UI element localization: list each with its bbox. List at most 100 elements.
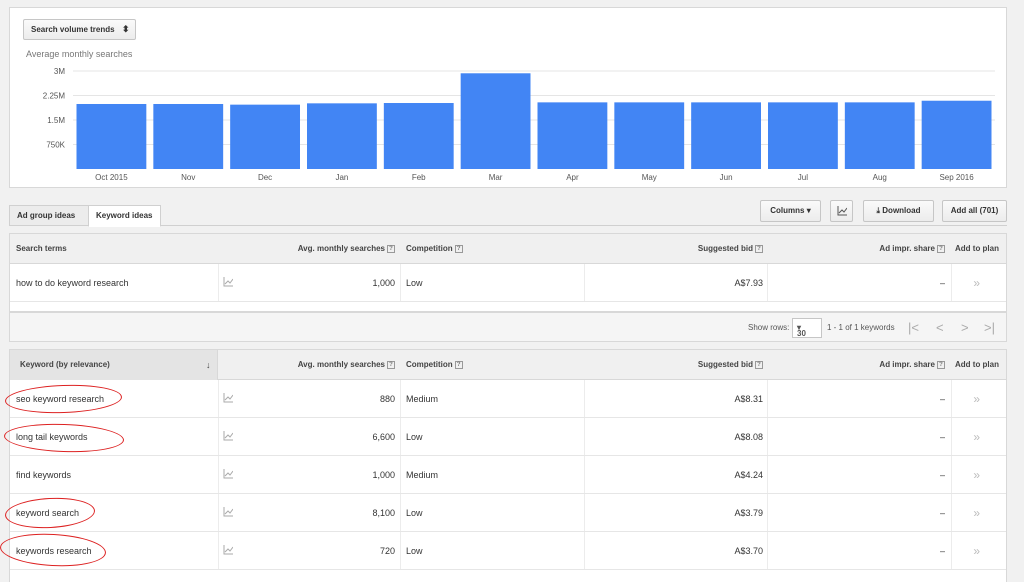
- keyword-rows: seo keyword research 880 Medium A$8.31–» lon…: [10, 380, 1006, 570]
- keyword: keyword search: [16, 508, 80, 518]
- competition: Low: [406, 432, 423, 442]
- help-icon[interactable]: ?: [387, 360, 395, 369]
- competition: Medium: [406, 470, 439, 480]
- header-suggested-bid: Suggested bid?: [698, 350, 763, 380]
- header-suggested-bid: Suggested bid?: [698, 234, 763, 264]
- keyword: seo keyword research: [16, 394, 105, 404]
- suggested-bid: A$8.31: [734, 394, 763, 404]
- header-avg-monthly: Avg. monthly searches?: [298, 234, 395, 264]
- table-row: keywords research 720 Low A$3.70 – »: [10, 532, 1006, 570]
- bar[interactable]: [230, 104, 300, 169]
- tab-keyword-ideas[interactable]: Keyword ideas: [88, 205, 161, 227]
- x-tick-label: Feb: [412, 173, 426, 182]
- bar[interactable]: [768, 102, 838, 169]
- competition: Low: [406, 508, 423, 518]
- ad-impr-share: –: [939, 432, 945, 442]
- help-icon[interactable]: ?: [937, 360, 945, 369]
- help-icon[interactable]: ?: [454, 360, 463, 369]
- bar[interactable]: [844, 102, 915, 169]
- bar[interactable]: [537, 102, 608, 169]
- columns-label: Columns: [770, 206, 805, 215]
- ad-impr-share: –: [939, 546, 945, 556]
- bar[interactable]: [307, 103, 377, 169]
- bar[interactable]: [153, 103, 224, 169]
- x-tick-label: Oct 2015: [95, 173, 128, 182]
- header-competition: Competition?: [406, 350, 463, 380]
- y-tick-label: 1.5M: [47, 116, 65, 125]
- double-chevron-right-icon[interactable]: »: [973, 456, 980, 494]
- suggested-bid: A$8.08: [734, 432, 763, 442]
- search-volume-chart-panel: Search volume trends ⬍ Average monthly s…: [9, 7, 1007, 188]
- help-icon[interactable]: ?: [755, 244, 763, 253]
- table-row: long tail keywords 6,600 Low A$8.08 – »: [10, 418, 1006, 456]
- avg-monthly-searches: 6,600: [372, 432, 395, 442]
- bar[interactable]: [614, 102, 685, 169]
- x-tick-label: Jan: [335, 173, 348, 182]
- double-chevron-right-icon[interactable]: »: [973, 380, 980, 418]
- table-row: keyword search 8,100 Low A$3.79 – »: [10, 494, 1006, 532]
- line-chart-icon[interactable]: [223, 469, 233, 479]
- chart-toggle-button[interactable]: [830, 200, 853, 222]
- help-icon[interactable]: ?: [755, 360, 763, 369]
- prev-page-icon[interactable]: <: [936, 313, 944, 343]
- line-chart-icon[interactable]: [223, 431, 233, 441]
- line-chart-icon[interactable]: [223, 277, 233, 287]
- bar[interactable]: [383, 103, 454, 169]
- keyword: keywords research: [16, 546, 92, 556]
- header-ad-impr-share: Ad impr. share?: [879, 350, 945, 380]
- y-tick-label: 750K: [46, 141, 65, 150]
- table-row: seo keyword research 880 Medium A$8.31 – »: [10, 380, 1006, 418]
- header-avg-monthly: Avg. monthly searches?: [298, 350, 395, 380]
- help-icon[interactable]: ?: [937, 244, 945, 253]
- help-icon[interactable]: ?: [454, 244, 463, 253]
- y-tick-label: 2.25M: [43, 92, 66, 101]
- bar[interactable]: [460, 73, 531, 169]
- add-all-button[interactable]: Add all (701): [942, 200, 1007, 222]
- tab-ad-group-ideas[interactable]: Ad group ideas: [9, 205, 89, 226]
- columns-button[interactable]: Columns ▾: [760, 200, 821, 222]
- help-icon[interactable]: ?: [387, 244, 395, 253]
- suggested-bid: A$3.70: [734, 546, 763, 556]
- avg-monthly-searches: 720: [379, 546, 395, 556]
- caret-down-icon: ▾: [806, 206, 811, 215]
- avg-monthly-searches: 880: [379, 394, 395, 404]
- x-tick-label: Aug: [873, 173, 887, 182]
- x-tick-label: Nov: [181, 173, 195, 182]
- keyword: find keywords: [16, 470, 72, 480]
- header-keyword[interactable]: Keyword (by relevance): [20, 350, 110, 380]
- next-page-icon[interactable]: >: [961, 313, 969, 343]
- bar[interactable]: [691, 102, 761, 169]
- x-tick-label: Jul: [798, 173, 808, 182]
- first-page-icon[interactable]: |<: [908, 313, 919, 343]
- download-icon: ⤓: [876, 206, 881, 215]
- x-tick-label: Dec: [258, 173, 272, 182]
- x-tick-label: May: [642, 173, 657, 182]
- double-chevron-right-icon[interactable]: »: [973, 418, 980, 456]
- suggested-bid: A$7.93: [734, 278, 763, 288]
- double-chevron-right-icon[interactable]: »: [973, 532, 980, 570]
- download-label: Download: [882, 206, 921, 215]
- header-competition: Competition?: [406, 234, 463, 264]
- line-chart-icon[interactable]: [223, 393, 233, 403]
- header-add-to-plan: Add to plan: [955, 244, 999, 253]
- y-tick-label: 3M: [54, 67, 65, 76]
- download-button[interactable]: ⤓ Download: [863, 200, 934, 222]
- rows-per-page-select[interactable]: 30 ▾: [792, 318, 822, 338]
- line-chart-icon[interactable]: [223, 545, 233, 555]
- header-add-to-plan: Add to plan: [955, 360, 999, 369]
- avg-monthly-searches: 1,000: [372, 470, 395, 480]
- avg-monthly-searches: 1,000: [372, 278, 395, 288]
- search-term: how to do keyword research: [16, 278, 129, 288]
- bar[interactable]: [921, 100, 992, 169]
- bar[interactable]: [76, 103, 147, 169]
- avg-monthly-searches: 8,100: [372, 508, 395, 518]
- double-chevron-right-icon[interactable]: »: [973, 264, 980, 302]
- ad-impr-share: –: [939, 278, 945, 288]
- line-chart-icon[interactable]: [223, 507, 233, 517]
- double-chevron-right-icon[interactable]: »: [973, 494, 980, 532]
- last-page-icon[interactable]: >|: [984, 313, 995, 343]
- down-arrow-icon: ↓: [206, 360, 211, 370]
- page-range: 1 - 1 of 1 keywords: [827, 323, 895, 332]
- pager: Show rows: 30 ▾ 1 - 1 of 1 keywords |< <…: [9, 312, 1007, 342]
- table-row: how to do keyword research 1,000 Low A$7…: [10, 264, 1006, 302]
